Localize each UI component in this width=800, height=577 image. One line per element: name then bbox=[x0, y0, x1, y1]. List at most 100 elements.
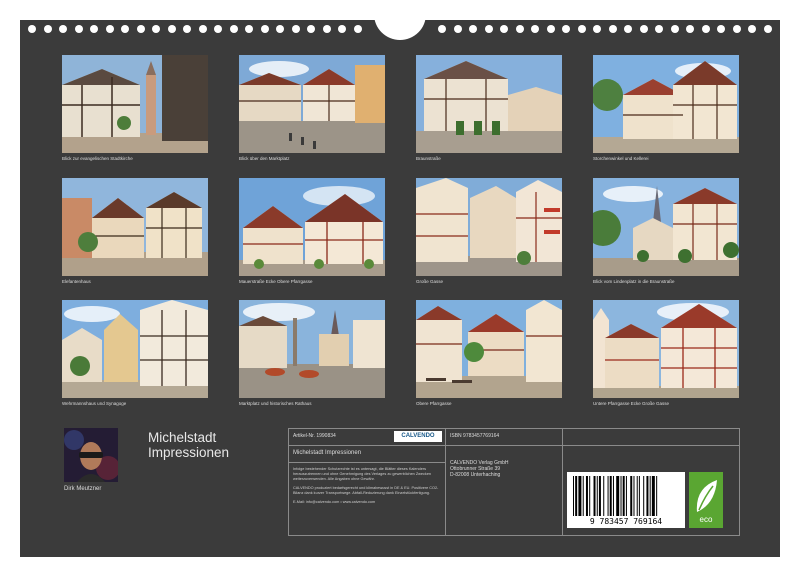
photo-thumbnail bbox=[62, 178, 208, 276]
photo-caption: Blick zur evangelischen Stadtkirche bbox=[62, 156, 133, 161]
isbn: ISBN 9783457769164 bbox=[450, 433, 500, 439]
binding-hole bbox=[670, 25, 679, 33]
binding-hole bbox=[152, 25, 160, 33]
calvendo-logo: CALVENDO bbox=[394, 431, 442, 442]
isbn-barcode: 9 783457 769164 bbox=[567, 472, 685, 528]
binding-hole bbox=[353, 25, 362, 33]
binding-hole bbox=[717, 25, 725, 33]
barcode-digits: 9 783457 769164 bbox=[589, 517, 663, 526]
photo-caption: Wehrmannshaus und Synagoge bbox=[62, 401, 127, 406]
binding-hole bbox=[307, 25, 315, 33]
binding-hole bbox=[28, 25, 36, 33]
binding-hole bbox=[121, 25, 129, 33]
binding-hole bbox=[322, 25, 331, 33]
publisher-city: D-82008 Unterhaching bbox=[450, 472, 501, 478]
author-name: Dirk Meutzner bbox=[64, 486, 102, 492]
spiral-binding-holes bbox=[20, 14, 780, 40]
contact-line: E-Mail: info@calvendo.com • www.calvendo… bbox=[293, 500, 376, 504]
production-notice: CALVENDO produziert bedarfsgerecht und k… bbox=[293, 486, 439, 495]
binding-hole bbox=[136, 25, 145, 33]
binding-hole bbox=[500, 25, 508, 33]
binding-hole bbox=[214, 25, 222, 33]
binding-hole bbox=[608, 25, 617, 33]
binding-hole bbox=[469, 25, 477, 33]
binding-hole bbox=[198, 25, 207, 33]
binding-hole bbox=[276, 25, 284, 33]
binding-hole bbox=[531, 25, 539, 33]
copyright-notice: Infolge bestehender Schutzrechte ist es … bbox=[293, 467, 432, 481]
photo-thumbnail bbox=[416, 300, 562, 398]
binding-hole bbox=[90, 25, 98, 33]
photo-thumbnail bbox=[416, 178, 562, 276]
photo-tile-8[interactable]: Blick vom Lindenplatz in die Braunstraße bbox=[593, 178, 739, 284]
photo-caption: Marktplatz und historisches Rathaus bbox=[239, 401, 312, 406]
binding-hole bbox=[562, 25, 570, 33]
product-title-row: Michelstadt Impressionen bbox=[289, 446, 445, 463]
photo-caption: Blick über den Marktplatz bbox=[239, 156, 290, 161]
photo-thumbnail bbox=[62, 55, 208, 153]
binding-hole bbox=[74, 25, 83, 33]
isbn-row: ISBN 9783457769164 bbox=[446, 429, 562, 446]
photo-caption: Blick vom Lindenplatz in die Braunstraße bbox=[593, 279, 675, 284]
binding-hole bbox=[167, 25, 176, 33]
photo-caption: Elefantenhaus bbox=[62, 279, 91, 284]
eco-badge: eco bbox=[689, 472, 723, 528]
photo-tile-4[interactable]: Storchenwinkel und Kellerei bbox=[593, 55, 739, 161]
binding-hole bbox=[515, 25, 524, 33]
binding-hole bbox=[639, 25, 648, 33]
binding-hole bbox=[183, 25, 191, 33]
binding-hole bbox=[245, 25, 253, 33]
binding-hole bbox=[438, 25, 446, 33]
article-info-column: Artikel-Nr. 1990834 CALVENDO Michelstadt… bbox=[289, 429, 446, 535]
publisher-column: ISBN 9783457769164 CALVENDO Verlag GmbH … bbox=[446, 429, 563, 535]
article-number: Artikel-Nr. 1990834 bbox=[293, 433, 336, 439]
eco-label: eco bbox=[699, 515, 713, 524]
calendar-title-line1: Michelstadt bbox=[148, 430, 217, 445]
binding-hole bbox=[701, 25, 710, 33]
binding-hole bbox=[260, 25, 269, 33]
barcode-header-row bbox=[563, 429, 739, 446]
product-title: Michelstadt Impressionen bbox=[293, 450, 362, 456]
article-row: Artikel-Nr. 1990834 CALVENDO bbox=[289, 429, 445, 446]
photo-caption: Braunstraße bbox=[416, 156, 441, 161]
photo-tile-9[interactable]: Wehrmannshaus und Synagoge bbox=[62, 300, 208, 406]
binding-hole bbox=[484, 25, 493, 33]
photo-caption: Große Gasse bbox=[416, 279, 444, 284]
calendar-title-line2: Impressionen bbox=[148, 445, 230, 460]
binding-hole bbox=[338, 25, 346, 33]
photo-thumbnail bbox=[593, 178, 739, 276]
photo-caption: Obere Pfarrgasse bbox=[416, 401, 452, 406]
photo-thumbnail bbox=[593, 300, 739, 398]
photo-caption: Untere Pfarrgasse Ecke Große Gasse bbox=[593, 401, 670, 406]
photo-tile-3[interactable]: Braunstraße bbox=[416, 55, 562, 161]
photo-caption: Mauerstraße Ecke Obere Pfarrgasse bbox=[239, 279, 313, 284]
photo-tile-11[interactable]: Obere Pfarrgasse bbox=[416, 300, 562, 406]
photo-tile-2[interactable]: Blick über den Marktplatz bbox=[239, 55, 385, 161]
binding-hole bbox=[763, 25, 772, 33]
photo-thumbnail bbox=[239, 300, 385, 398]
author-avatar bbox=[64, 428, 118, 482]
legal-text-area: Infolge bestehender Schutzrechte ist es … bbox=[289, 463, 445, 509]
binding-hole bbox=[546, 25, 555, 33]
photo-thumbnail bbox=[416, 55, 562, 153]
binding-hole bbox=[577, 25, 586, 33]
binding-hole bbox=[453, 25, 462, 33]
photo-thumbnail bbox=[239, 178, 385, 276]
photo-tile-10[interactable]: Marktplatz und historisches Rathaus bbox=[239, 300, 385, 406]
binding-hole bbox=[732, 25, 741, 33]
binding-hole bbox=[593, 25, 601, 33]
binding-hole bbox=[105, 25, 114, 33]
photo-tile-5[interactable]: Elefantenhaus bbox=[62, 178, 208, 284]
binding-hole bbox=[748, 25, 756, 33]
calendar-title: Michelstadt Impressionen bbox=[148, 430, 229, 460]
photo-tile-1[interactable]: Blick zur evangelischen Stadtkirche bbox=[62, 55, 208, 161]
binding-hole bbox=[686, 25, 694, 33]
photo-thumbnail bbox=[62, 300, 208, 398]
binding-hole bbox=[655, 25, 663, 33]
photo-tile-12[interactable]: Untere Pfarrgasse Ecke Große Gasse bbox=[593, 300, 739, 406]
photo-tile-7[interactable]: Große Gasse bbox=[416, 178, 562, 284]
binding-hole bbox=[43, 25, 52, 33]
binding-hole bbox=[624, 25, 632, 33]
photo-tile-6[interactable]: Mauerstraße Ecke Obere Pfarrgasse bbox=[239, 178, 385, 284]
photo-thumbnail bbox=[593, 55, 739, 153]
